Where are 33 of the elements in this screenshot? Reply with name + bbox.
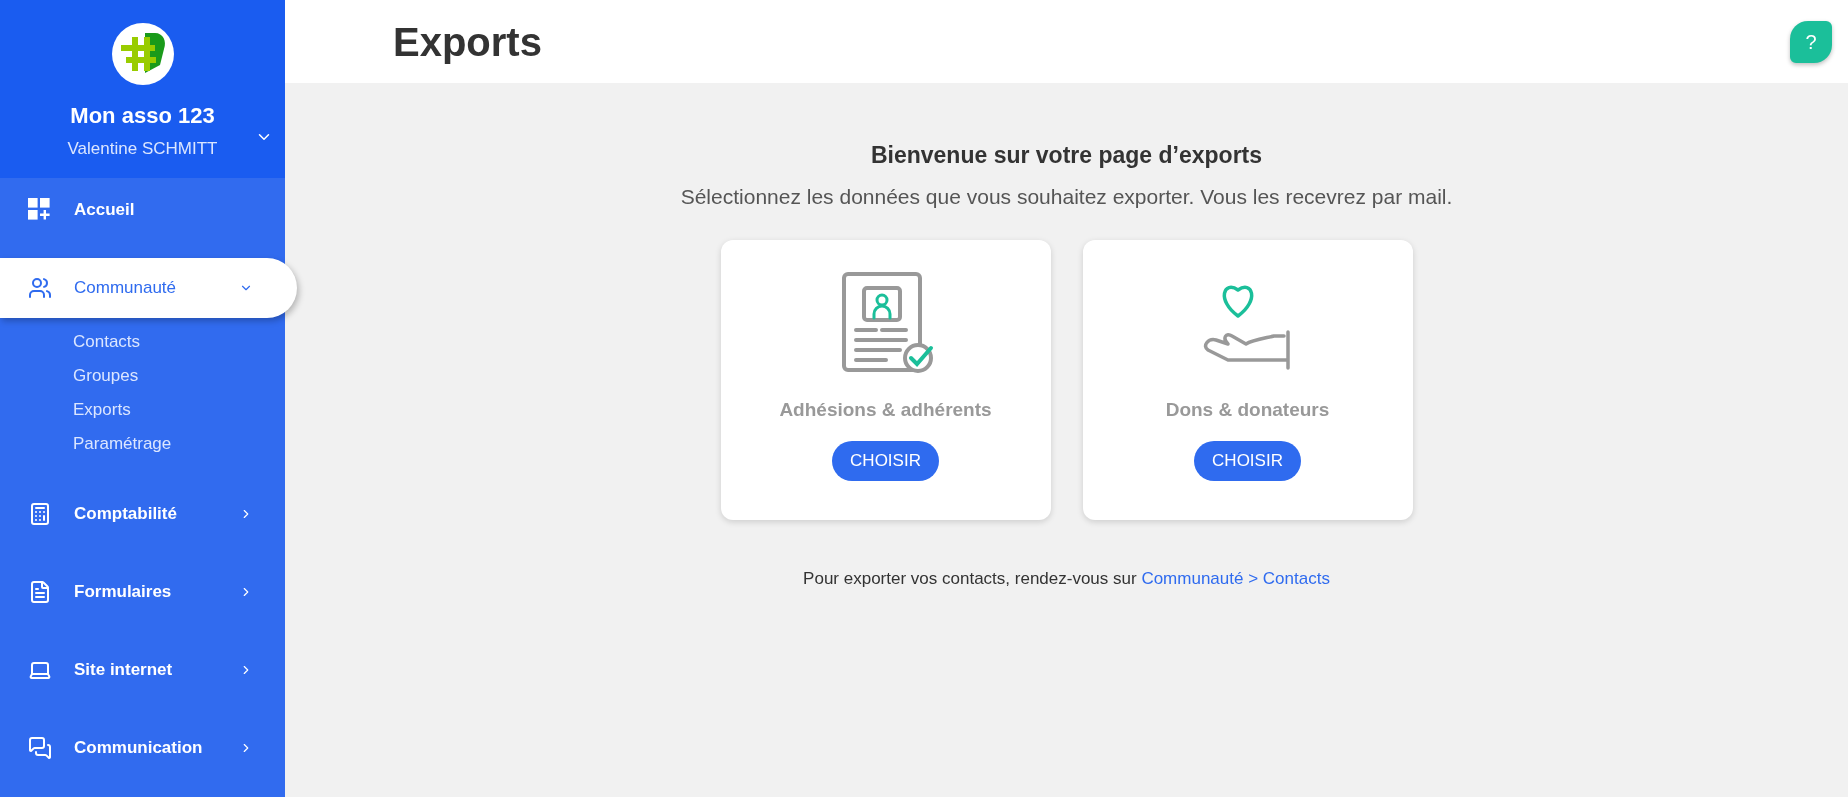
choose-button[interactable]: CHOISIR — [832, 440, 939, 481]
chat-bubbles-icon — [28, 736, 52, 760]
nav-label: Communication — [74, 737, 204, 760]
card-title: Dons & donateurs — [1165, 398, 1330, 422]
nav-subitem[interactable]: Contacts — [73, 330, 285, 354]
nav-label: Accueil — [74, 199, 136, 222]
nav-label: Communauté — [74, 277, 178, 300]
card-title: Adhésions & adhérents — [779, 398, 992, 422]
nav-item[interactable]: Formulaires — [0, 562, 297, 622]
nav-item[interactable]: Communication — [0, 718, 297, 778]
user-name: Valentine SCHMITT — [67, 138, 218, 160]
welcome-title: Bienvenue sur votre page d’exports — [870, 141, 1263, 170]
users-icon — [28, 276, 52, 300]
nav-label: Formulaires — [74, 581, 173, 604]
nav-label: Comptabilité — [74, 503, 178, 526]
nav-item[interactable]: Accueil — [0, 180, 297, 240]
nav-item[interactable]: Comptabilité — [0, 484, 297, 544]
nav-subitem[interactable]: Paramétrage — [73, 432, 285, 456]
nav-item[interactable]: Site internet — [0, 640, 297, 700]
choose-button[interactable]: CHOISIR — [1194, 440, 1301, 481]
contacts-link[interactable]: Communauté > Contacts — [1141, 569, 1330, 588]
page-title: Exports — [393, 18, 543, 66]
nav-subitem[interactable]: Exports — [73, 398, 285, 422]
nav-subitem[interactable]: Groupes — [73, 364, 285, 388]
grid-plus-icon — [28, 198, 52, 222]
logo-icon — [111, 23, 174, 85]
nav-item[interactable]: Communauté — [0, 258, 297, 318]
org-name: Mon asso 123 — [70, 102, 215, 130]
document-icon — [28, 580, 52, 604]
nav-label: Site internet — [74, 659, 174, 682]
footer-text: Pour exporter vos contacts, rendez-vous sur Communauté > Contacts — [803, 568, 1330, 590]
welcome-subtitle: Sélectionnez les données que vous souhaitez exporter. Vous les recevrez par mail. — [680, 183, 1453, 210]
calculator-icon — [28, 502, 52, 526]
